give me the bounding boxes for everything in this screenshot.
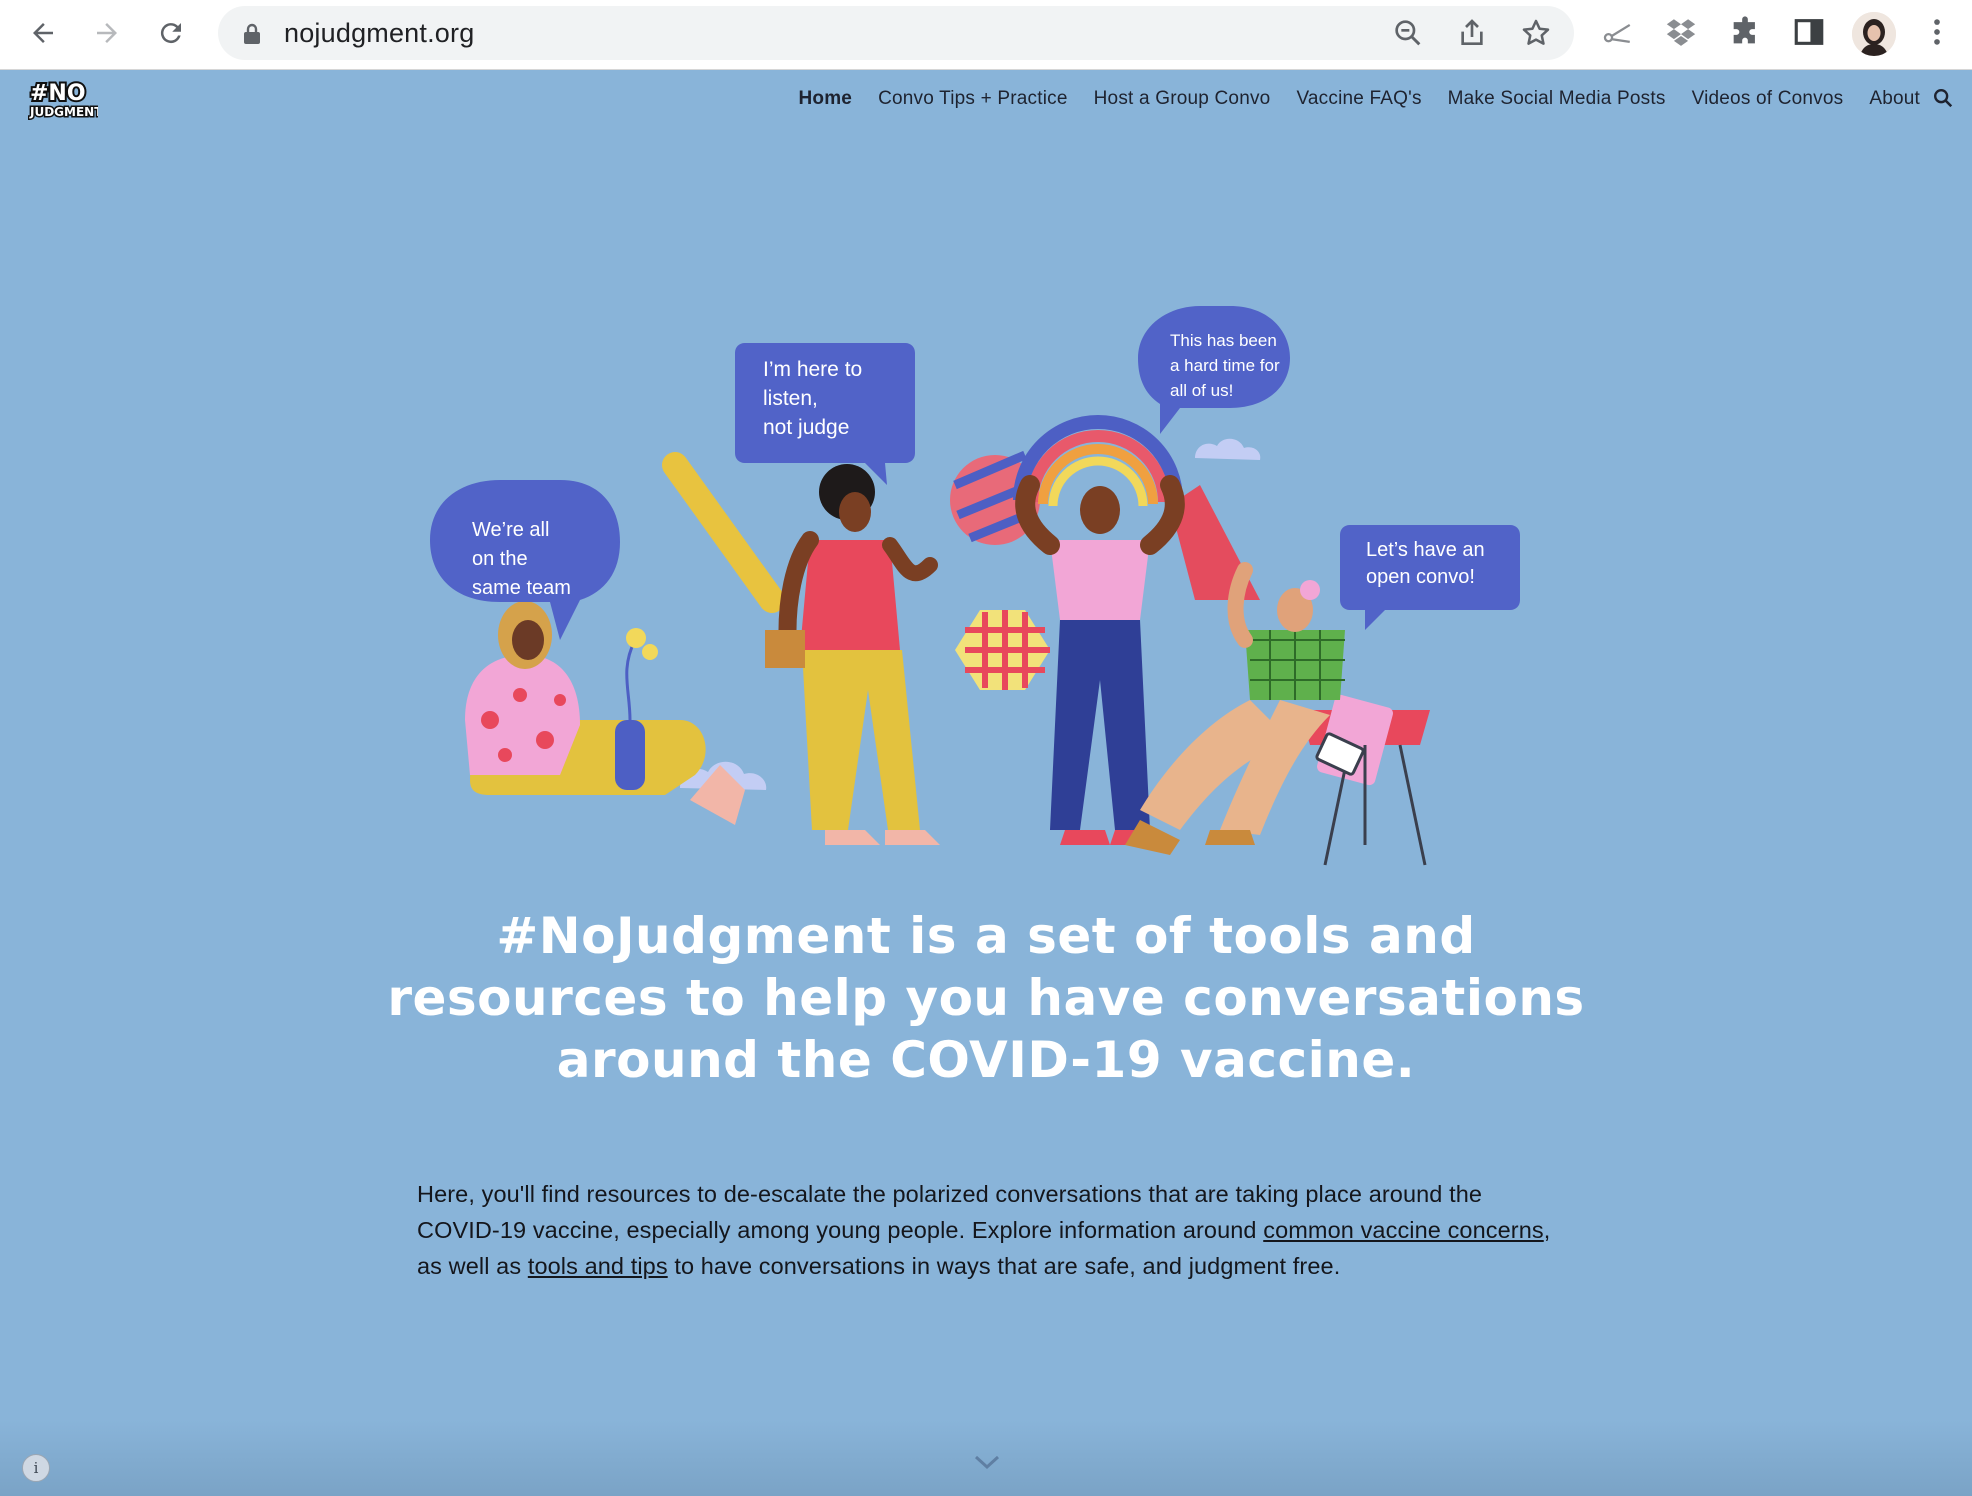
tools-and-tips-link[interactable]: tools and tips: [528, 1253, 668, 1279]
zoom-icon[interactable]: [1392, 17, 1424, 49]
person-chair-illustration: [1125, 562, 1430, 866]
bubble-text-line: This has been: [1170, 331, 1277, 350]
svg-text:#NO: #NO: [30, 81, 86, 106]
bubble-text-line: on the: [472, 548, 528, 570]
browser-toolbar: nojudgment.org: [0, 0, 1972, 70]
bubble-text-line: open convo!: [1366, 566, 1475, 588]
svg-text:JUDGMENT: JUDGMENT: [29, 105, 98, 119]
back-arrow-icon: [33, 23, 53, 43]
scissors-extension-icon[interactable]: [1600, 15, 1634, 49]
nav-about[interactable]: About: [1869, 88, 1920, 110]
bubble-text-line: same team: [472, 577, 571, 599]
hero-headline: #NoJudgment is a set of tools and resour…: [387, 907, 1585, 1089]
bubble-text-line: a hard time for: [1170, 356, 1280, 375]
main-nav: Home Convo Tips + Practice Host a Group …: [798, 70, 1920, 128]
cloud-shape: [1195, 438, 1261, 460]
intro-text: to have conversations in ways that are s…: [667, 1253, 1341, 1279]
bubble-text-line: I’m here to: [763, 358, 862, 381]
reload-button[interactable]: [148, 10, 194, 56]
dropbox-extension-icon[interactable]: [1664, 15, 1698, 49]
bubble-text-line: We’re all: [472, 519, 549, 541]
hero-illustration: We’re all on the same team I’m here to l…: [430, 306, 1520, 866]
lock-icon: [244, 23, 260, 44]
bookmark-star-icon[interactable]: [1520, 17, 1552, 49]
yellow-bar-shape: [662, 452, 785, 613]
person-seated-hijab-illustration: [465, 601, 745, 825]
nav-convo-tips[interactable]: Convo Tips + Practice: [878, 88, 1068, 110]
side-panel-icon[interactable]: [1792, 15, 1826, 49]
bubble-text-line: Let’s have an: [1366, 539, 1485, 561]
bubble-text-line: not judge: [763, 416, 849, 439]
nojudgment-logo[interactable]: #NO JUDGMENT: [28, 78, 98, 120]
speech-bubble-open-convo: Let’s have an open convo!: [1340, 525, 1520, 630]
site-header: #NO JUDGMENT Home Convo Tips + Practice …: [0, 70, 1972, 128]
share-icon[interactable]: [1456, 17, 1488, 49]
intro-paragraph: Here, you'll find resources to de-escala…: [417, 1176, 1565, 1284]
forward-arrow-icon: [97, 23, 117, 43]
scroll-down-chevron-icon[interactable]: [972, 1452, 1002, 1472]
person-afro-illustration: [765, 464, 940, 845]
back-button[interactable]: [20, 10, 66, 56]
site-search-icon[interactable]: [1932, 87, 1954, 109]
forward-button[interactable]: [84, 10, 130, 56]
address-bar[interactable]: nojudgment.org: [218, 6, 1574, 60]
common-vaccine-concerns-link[interactable]: common vaccine concerns: [1263, 1217, 1544, 1243]
reload-icon: [160, 23, 181, 44]
nav-videos-of-convos[interactable]: Videos of Convos: [1692, 88, 1844, 110]
profile-photo-icon: [1852, 12, 1896, 56]
speech-bubble-listen: I’m here to listen, not judge: [735, 343, 915, 485]
bubble-text-line: listen,: [763, 387, 818, 410]
profile-avatar[interactable]: [1852, 12, 1896, 56]
nav-vaccine-faqs[interactable]: Vaccine FAQ's: [1296, 88, 1421, 110]
nav-social-media-posts[interactable]: Make Social Media Posts: [1448, 88, 1666, 110]
plaid-hexagon-shape: [955, 610, 1050, 690]
bubble-text-line: all of us!: [1170, 381, 1233, 400]
nav-host-group-convo[interactable]: Host a Group Convo: [1094, 88, 1271, 110]
extensions-puzzle-icon[interactable]: [1728, 15, 1762, 49]
more-menu-icon[interactable]: [1920, 15, 1954, 49]
url-text: nojudgment.org: [284, 18, 475, 48]
nav-home[interactable]: Home: [798, 88, 852, 110]
speech-bubble-hard-time: This has been a hard time for all of us!: [1138, 306, 1290, 434]
info-icon[interactable]: i: [22, 1454, 50, 1482]
